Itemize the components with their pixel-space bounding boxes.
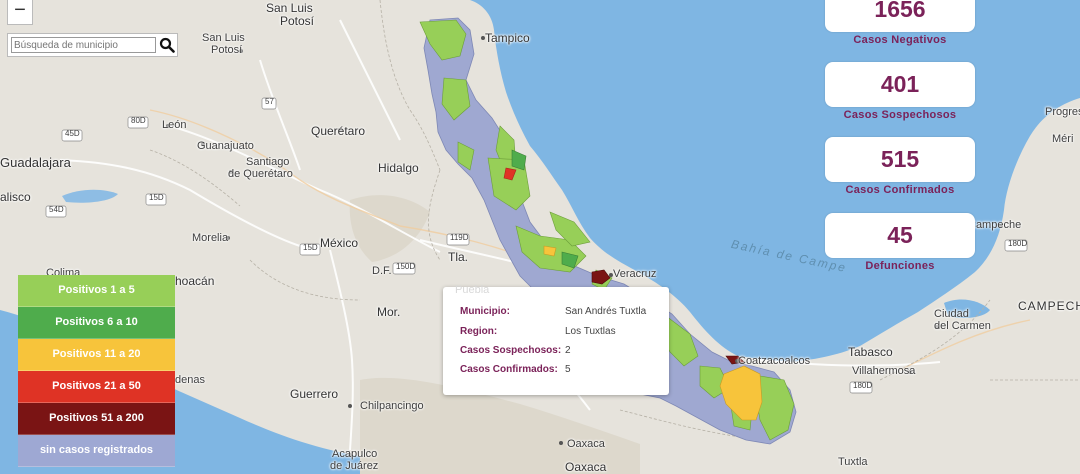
road-15d: 15D	[149, 193, 164, 202]
road-54d: 54D	[49, 205, 64, 214]
tooltip-key: Municipio:	[460, 306, 510, 317]
label-san-luis: San Luis	[266, 1, 313, 15]
label-campeche-state: CAMPECHE	[1018, 299, 1080, 313]
legend-item: Positivos 21 a 50	[18, 371, 175, 403]
label-oaxaca-city: Oaxaca	[567, 438, 605, 450]
legend-item: Positivos 51 a 200	[18, 403, 175, 435]
label-lazaro: denas	[175, 374, 205, 386]
label-tuxtla: Tuxtla	[838, 456, 868, 468]
label-queretaro: Querétaro	[311, 124, 366, 138]
search-input[interactable]	[11, 37, 156, 53]
stat-confirmados: 515 Casos Confirmados	[825, 137, 975, 196]
label-guanajuato: Guanajuato	[197, 140, 254, 152]
label-ciudad: Ciudad	[934, 308, 969, 320]
stat-defunciones-label: Defunciones	[865, 260, 935, 272]
stat-confirmados-label: Casos Confirmados	[845, 184, 955, 196]
label-hidalgo: Hidalgo	[378, 161, 419, 175]
municipio-tooltip: Puebla Municipio: San Andrés Tuxtla Regi…	[443, 284, 669, 395]
legend-item: sin casos registrados	[18, 435, 175, 467]
tooltip-value: 5	[565, 364, 571, 375]
tooltip-value: San Andrés Tuxtla	[565, 306, 647, 317]
stat-defunciones: 45 Defunciones	[825, 213, 975, 272]
tooltip-value: 2	[565, 345, 571, 356]
municipality-search	[7, 33, 178, 57]
stat-negativos-label: Casos Negativos	[853, 34, 947, 46]
zoom-out-button[interactable]: −	[7, 0, 33, 25]
road-80d: 80D	[131, 116, 146, 125]
legend-item: Positivos 6 a 10	[18, 307, 175, 339]
label-chilpancingo: Chilpancingo	[360, 400, 424, 412]
label-guerrero: Guerrero	[290, 387, 339, 401]
tooltip-key: Region:	[460, 326, 498, 337]
label-coatzacoalcos: Coatzacoalcos	[738, 355, 811, 367]
label-merida: Méri	[1052, 133, 1074, 145]
label-veracruz: Veracruz	[613, 268, 657, 280]
legend-item: Positivos 11 a 20	[18, 339, 175, 371]
label-leon: León	[162, 119, 187, 131]
tooltip-faded-label: Puebla	[455, 284, 490, 296]
label-progreso: Progres	[1045, 106, 1080, 118]
label-jalisco: alisco	[0, 190, 31, 204]
stat-sospechosos-value: 401	[825, 62, 975, 107]
legend-item: Positivos 1 a 5	[18, 275, 175, 307]
tooltip-key: Casos Sospechosos:	[460, 345, 562, 356]
road-180d-2: 180D	[853, 381, 873, 390]
legend: Positivos 1 a 5 Positivos 6 a 10 Positiv…	[18, 275, 175, 467]
label-campeche-city: Campeche	[968, 219, 1022, 231]
tooltip-key: Casos Confirmados:	[460, 364, 558, 375]
label-villahermosa: Villahermosa	[852, 365, 916, 377]
label-mexico: México	[320, 236, 359, 250]
label-guadalajara: Guadalajara	[0, 155, 71, 170]
stat-sospechosos: 401 Casos Sospechosos	[825, 62, 975, 121]
label-acapulco: Acapulco	[332, 448, 378, 460]
label-tlax: Tla.	[448, 250, 469, 264]
label-tabasco: Tabasco	[848, 345, 893, 359]
label-de-queretaro: de Querétaro	[228, 168, 293, 180]
road-45d: 45D	[65, 129, 80, 138]
label-df: D.F.	[372, 265, 392, 277]
label-potosi-city: Potosí	[211, 44, 243, 56]
label-mor: Mor.	[377, 305, 401, 319]
search-icon[interactable]	[159, 37, 175, 53]
label-michoacan: hoacán	[175, 274, 215, 288]
label-potosi: Potosí	[280, 14, 315, 28]
tooltip-value: Los Tuxtlas	[565, 326, 616, 337]
road-150d: 150D	[396, 262, 416, 271]
tooltip-row: Casos Sospechosos: 2	[460, 345, 660, 359]
label-san-luis-city: San Luis	[202, 32, 245, 44]
label-tampico: Tampico	[485, 31, 530, 45]
label-de-juarez: de Juárez	[330, 460, 379, 472]
label-del-carmen: del Carmen	[934, 320, 991, 332]
tooltip-row: Municipio: San Andrés Tuxtla	[460, 306, 660, 320]
stat-negativos: 1656 Casos Negativos	[825, 0, 975, 46]
road-180d: 180D	[1008, 239, 1028, 248]
label-morelia: Morelia	[192, 232, 229, 244]
stat-sospechosos-label: Casos Sospechosos	[843, 109, 957, 121]
tooltip-row: Casos Confirmados: 5	[460, 364, 660, 378]
road-57: 57	[265, 97, 274, 106]
road-15d-2: 15D	[303, 243, 318, 252]
label-santiago: Santiago	[246, 156, 290, 168]
tooltip-row: Region: Los Tuxtlas	[460, 326, 660, 340]
stat-negativos-value: 1656	[825, 0, 975, 32]
road-119d: 119D	[450, 233, 469, 242]
label-oaxaca-state: Oaxaca	[565, 460, 607, 474]
stat-defunciones-value: 45	[825, 213, 975, 258]
stat-confirmados-value: 515	[825, 137, 975, 182]
